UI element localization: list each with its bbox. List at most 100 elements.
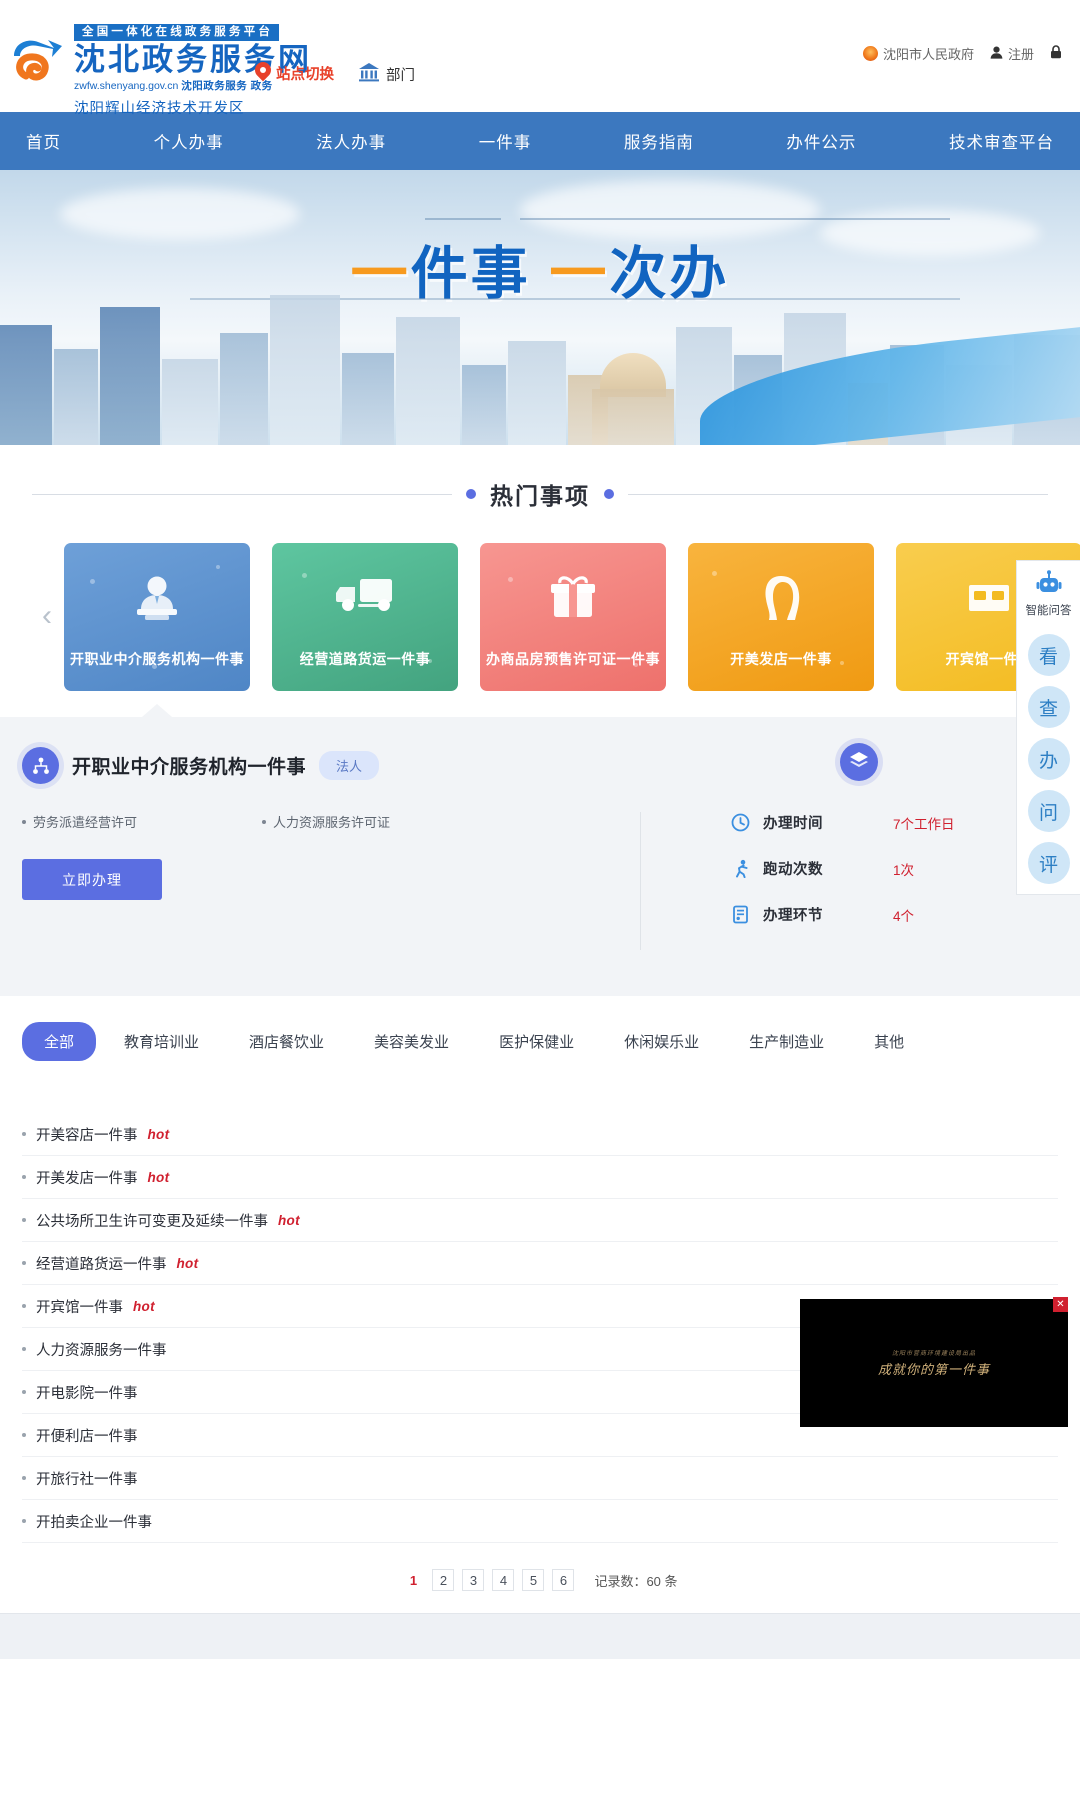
department-link[interactable]: 部门 — [358, 62, 415, 86]
brand-tagline: 全国一体化在线政务服务平台 — [74, 24, 280, 41]
hot-card[interactable]: 经营道路货运一件事 — [272, 543, 458, 691]
section-rule-left — [32, 493, 452, 495]
page-button-6[interactable]: 6 — [552, 1569, 575, 1591]
list-item[interactable]: 经营道路货运一件事 hot — [22, 1242, 1058, 1285]
detail-sub-item[interactable]: 劳务派遣经营许可 — [22, 812, 262, 831]
nav-item-onething[interactable]: 一件事 — [479, 129, 532, 153]
rail-button-rate[interactable]: 评 — [1027, 842, 1070, 884]
list-item-label: 经营道路货运一件事 — [36, 1256, 167, 1273]
bullet-icon — [22, 1519, 26, 1523]
rail-button-ask[interactable]: 问 — [1027, 790, 1070, 832]
filter-chip-medical[interactable]: 医护保健业 — [477, 1022, 596, 1061]
detail-left-column: 劳务派遣经营许可 人力资源服务许可证 立即办理 — [0, 812, 640, 950]
layers-button[interactable] — [840, 743, 878, 781]
rail-button-handle[interactable]: 办 — [1027, 738, 1070, 780]
register-link[interactable]: 注册 — [990, 44, 1034, 63]
section-dot-right-icon — [604, 489, 614, 499]
bullet-icon — [22, 1304, 26, 1308]
list-item-label: 开宾馆一件事 — [36, 1299, 123, 1316]
nav-item-home[interactable]: 首页 — [26, 129, 61, 153]
list-item[interactable]: 公共场所卫生许可变更及延续一件事 hot — [22, 1199, 1058, 1242]
filter-chip-hotel[interactable]: 酒店餐饮业 — [227, 1022, 346, 1061]
hot-card[interactable]: 办商品房预售许可证一件事 — [480, 543, 666, 691]
hot-card[interactable]: 开职业中介服务机构一件事 — [64, 543, 250, 691]
stat-row: 办理环节 4个 — [729, 904, 1080, 925]
hot-badge: hot — [147, 1126, 170, 1142]
gift-icon — [480, 573, 666, 623]
rail-button-query[interactable]: 查 — [1027, 686, 1070, 728]
hero-skyline — [0, 295, 1080, 445]
page-button-5[interactable]: 5 — [522, 1569, 545, 1591]
site-switch-label: 站点切换 — [276, 66, 334, 83]
bullet-icon — [22, 1390, 26, 1394]
steps-icon — [729, 905, 751, 924]
hot-items-section: 热门事项 ‹ 开职业中介服务机构一件事 经营道路货运一件事 办商品房预售许可证一… — [0, 445, 1080, 691]
gov-portal-label: 沈阳市人民政府 — [882, 47, 974, 62]
list-item[interactable]: 开旅行社一件事 — [22, 1457, 1058, 1500]
filter-chip-beauty[interactable]: 美容美发业 — [352, 1022, 471, 1061]
filter-chip-leisure[interactable]: 休闲娱乐业 — [602, 1022, 721, 1061]
stat-value: 4个 — [893, 908, 915, 924]
section-rule-right — [628, 493, 1048, 495]
bullet-icon — [22, 1132, 26, 1136]
list-item[interactable]: 开美发店一件事 hot — [22, 1156, 1058, 1199]
item-detail-panel: 开职业中介服务机构一件事 法人 劳务派遣经营许可 人力资源服务许可证 立即办理 … — [0, 704, 1080, 996]
agent-icon — [64, 573, 250, 623]
user-icon — [990, 46, 1003, 62]
nav-item-personal[interactable]: 个人办事 — [154, 129, 224, 153]
detail-sub-items: 劳务派遣经营许可 人力资源服务许可证 — [22, 812, 640, 831]
stat-value: 7个工作日 — [893, 816, 955, 832]
header-utility-links: 沈阳市人民政府 注册 — [862, 44, 1062, 63]
video-popup[interactable]: ✕ 沈阳市营商环境建设局出品 成就你的第一件事 — [800, 1297, 1068, 1427]
nav-item-guide[interactable]: 服务指南 — [624, 129, 694, 153]
section-header: 热门事项 — [0, 477, 1080, 511]
hot-cards-carousel: ‹ 开职业中介服务机构一件事 经营道路货运一件事 办商品房预售许可证一件事 开美… — [0, 543, 1080, 691]
site-switch-button[interactable]: 站点切换 — [255, 62, 334, 84]
hot-card[interactable]: 开美发店一件事 — [688, 543, 874, 691]
video-supertext: 沈阳市营商环境建设局出品 — [891, 1351, 976, 1357]
filter-spacer — [0, 1085, 1080, 1113]
video-caption: 沈阳市营商环境建设局出品 成就你的第一件事 — [800, 1348, 1068, 1378]
rail-button-view[interactable]: 看 — [1027, 634, 1070, 676]
list-item[interactable]: 开美容店一件事 hot — [22, 1113, 1058, 1156]
filter-chip-other[interactable]: 其他 — [852, 1022, 926, 1061]
page-button-1[interactable]: 1 — [402, 1569, 424, 1591]
nav-item-review[interactable]: 技术审查平台 — [949, 129, 1054, 153]
hero-rule-right — [520, 218, 950, 220]
detail-badge: 法人 — [319, 751, 380, 780]
list-item-label: 公共场所卫生许可变更及延续一件事 — [36, 1213, 268, 1230]
filter-chip-manufact[interactable]: 生产制造业 — [727, 1022, 846, 1061]
logo-mark-icon — [8, 30, 66, 88]
hot-card-label: 开美发店一件事 — [730, 651, 832, 667]
close-icon[interactable]: ✕ — [1053, 1297, 1068, 1312]
sitemap-icon — [22, 747, 59, 784]
main-navigation: 首页 个人办事 法人办事 一件事 服务指南 办件公示 技术审查平台 — [0, 112, 1080, 170]
stat-label: 跑动次数 — [763, 862, 823, 878]
filter-chip-all[interactable]: 全部 — [22, 1022, 97, 1061]
assistant-entry[interactable]: 智能问答 — [1026, 569, 1072, 624]
login-lock-button[interactable] — [1050, 45, 1062, 62]
brand-area: 沈阳辉山经济技术开发区 — [74, 101, 245, 117]
filter-chip-education[interactable]: 教育培训业 — [102, 1022, 221, 1061]
location-pin-icon — [255, 62, 271, 84]
list-item-label: 人力资源服务一件事 — [36, 1342, 167, 1359]
carousel-prev-button[interactable]: ‹ — [42, 601, 52, 631]
gov-portal-link[interactable]: 沈阳市人民政府 — [862, 44, 974, 63]
detail-sub-item[interactable]: 人力资源服务许可证 — [262, 812, 390, 831]
footer-strip — [0, 1613, 1080, 1659]
hot-badge: hot — [278, 1212, 300, 1228]
hot-badge: hot — [133, 1298, 155, 1314]
video-caption-text: 成就你的第一件事 — [877, 1362, 990, 1377]
detail-header: 开职业中介服务机构一件事 法人 — [0, 747, 1080, 784]
page-button-4[interactable]: 4 — [492, 1569, 515, 1591]
list-item-label: 开旅行社一件事 — [36, 1471, 138, 1488]
page-button-3[interactable]: 3 — [462, 1569, 485, 1591]
nav-item-legal[interactable]: 法人办事 — [316, 129, 386, 153]
assistant-label: 智能问答 — [1025, 605, 1072, 617]
nav-item-public[interactable]: 办件公示 — [786, 129, 856, 153]
list-item[interactable]: 开拍卖企业一件事 — [22, 1500, 1058, 1543]
apply-now-button[interactable]: 立即办理 — [22, 859, 162, 900]
page-button-2[interactable]: 2 — [432, 1569, 455, 1591]
bullet-icon — [22, 1476, 26, 1480]
layers-icon — [849, 750, 869, 775]
